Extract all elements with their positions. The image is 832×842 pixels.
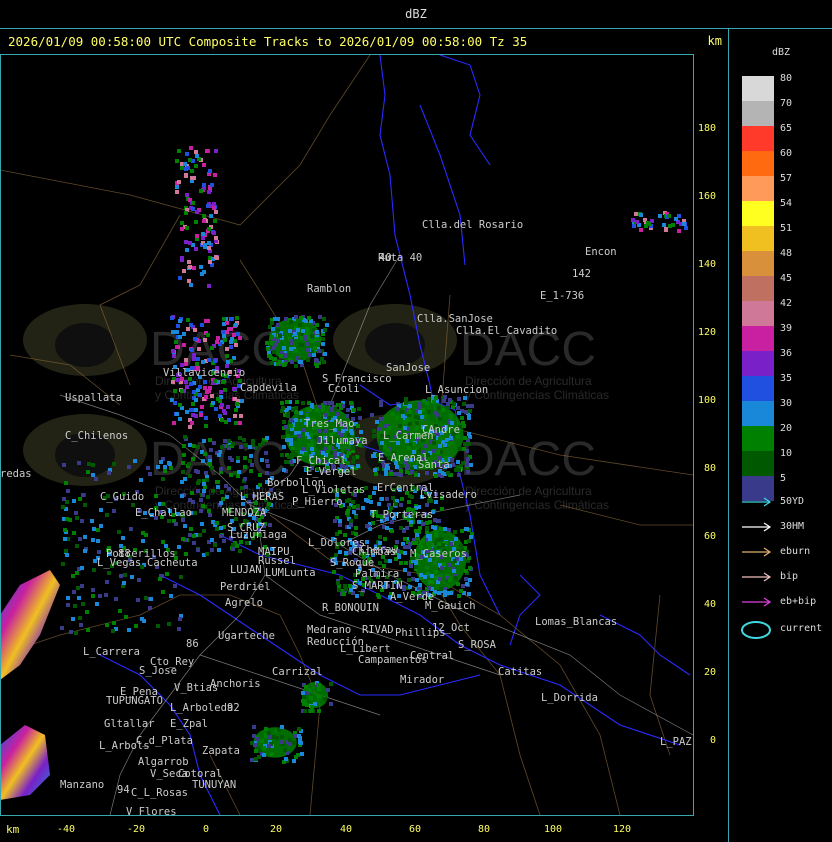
legend-level-label: 36 <box>780 348 793 359</box>
legend-swatch <box>742 251 774 276</box>
legend-level-label: 42 <box>780 298 793 309</box>
legend-level-label: 39 <box>780 323 793 334</box>
legend-swatch <box>742 276 774 301</box>
x-tick-label: 20 <box>269 824 283 835</box>
track-arrow-icon <box>742 572 772 582</box>
legend-title: dBZ <box>771 47 791 58</box>
legend-level-label: 35 <box>780 373 793 384</box>
legend-level-label: 45 <box>780 273 793 284</box>
legend-swatch <box>742 326 774 351</box>
composite-title: 2026/01/09 00:58:00 UTC Composite Tracks… <box>8 34 528 49</box>
current-ellipse-icon <box>741 621 771 639</box>
x-tick-label: 120 <box>612 824 632 835</box>
y-tick-label: 20 <box>703 667 716 678</box>
legend-level-label: 51 <box>780 223 793 234</box>
map-frame <box>0 54 694 816</box>
x-tick-label: -20 <box>126 824 146 835</box>
track-arrow-icon <box>742 547 772 557</box>
legend-swatch <box>742 126 774 151</box>
legend-level-label: 57 <box>780 173 793 184</box>
legend-level-label: 30 <box>780 398 793 409</box>
dbz-legend: dBZ 80 70 65 60 57 54 51 48 45 42 39 36 35 30 20 10 5 50Y… <box>730 29 832 842</box>
legend-track-label: 30HM <box>780 521 805 532</box>
legend-track-label: 50YD <box>780 496 805 507</box>
legend-swatch <box>742 401 774 426</box>
x-tick-label: 80 <box>477 824 491 835</box>
y-axis: 180 160 140 120 100 80 60 40 20 0 <box>694 54 728 816</box>
legend-track-label: bip <box>780 571 799 582</box>
legend-swatch <box>742 351 774 376</box>
y-tick-label: 120 <box>697 327 716 338</box>
legend-swatch <box>742 201 774 226</box>
x-unit-label: km <box>6 823 20 836</box>
x-tick-label: 60 <box>408 824 422 835</box>
y-tick-label: 100 <box>697 395 716 406</box>
legend-divider <box>728 29 729 842</box>
legend-level-label: 10 <box>780 448 793 459</box>
legend-track-label: eb+bip <box>780 596 817 607</box>
track-arrow-icon <box>742 597 772 607</box>
y-unit-label: km <box>707 34 722 48</box>
legend-track-label: eburn <box>780 546 811 557</box>
legend-level-label: 48 <box>780 248 793 259</box>
window-title: dBZ <box>405 7 427 21</box>
legend-swatch <box>742 301 774 326</box>
legend-level-label: 5 <box>780 473 787 484</box>
legend-swatch <box>742 151 774 176</box>
y-tick-label: 80 <box>703 463 716 474</box>
legend-swatch <box>742 176 774 201</box>
y-tick-label: 180 <box>697 123 716 134</box>
legend-swatch <box>742 426 774 451</box>
legend-level-label: 70 <box>780 98 793 109</box>
x-tick-label: 100 <box>543 824 563 835</box>
legend-level-label: 80 <box>780 73 793 84</box>
y-tick-label: 140 <box>697 259 716 270</box>
composite-title-bar: 2026/01/09 00:58:00 UTC Composite Tracks… <box>0 29 728 53</box>
legend-swatch <box>742 376 774 401</box>
legend-level-label: 20 <box>780 423 793 434</box>
legend-swatch <box>742 226 774 251</box>
legend-current-label: current <box>780 623 823 634</box>
legend-swatch <box>742 101 774 126</box>
x-tick-label: 0 <box>202 824 210 835</box>
legend-level-label: 54 <box>780 198 793 209</box>
x-axis: km -40 -20 0 20 40 60 80 100 120 <box>0 818 728 842</box>
y-tick-label: 0 <box>709 735 716 746</box>
x-tick-label: -40 <box>56 824 76 835</box>
window-title-bar: dBZ <box>0 0 832 29</box>
y-tick-label: 160 <box>697 191 716 202</box>
track-arrow-icon <box>742 497 772 507</box>
legend-level-label: 60 <box>780 148 793 159</box>
x-tick-label: 40 <box>339 824 353 835</box>
legend-level-label: 65 <box>780 123 793 134</box>
y-tick-label: 40 <box>703 599 716 610</box>
legend-swatch <box>742 76 774 101</box>
y-tick-label: 60 <box>703 531 716 542</box>
legend-swatch <box>742 451 774 476</box>
track-arrow-icon <box>742 522 772 532</box>
